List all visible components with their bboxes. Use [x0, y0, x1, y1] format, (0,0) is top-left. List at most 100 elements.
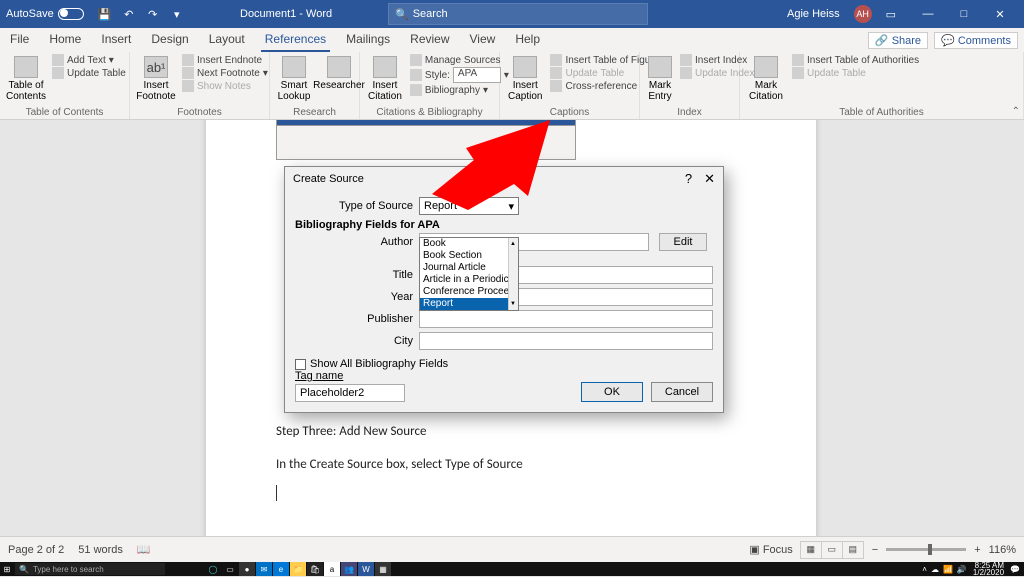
edit-author-button[interactable]: Edit [659, 233, 707, 251]
tab-help[interactable]: Help [505, 28, 550, 52]
show-all-fields-check[interactable] [295, 359, 306, 370]
insert-citation-button[interactable]: Insert Citation [364, 54, 406, 104]
edge-icon[interactable]: e [273, 562, 289, 576]
explorer-icon[interactable]: 📁 [290, 562, 306, 576]
search-placeholder: Search [413, 8, 448, 20]
insert-toa-button[interactable]: Insert Table of Authorities [792, 54, 919, 66]
task-view-icon[interactable]: ▭ [222, 562, 238, 576]
dropdown-scrollbar[interactable] [508, 238, 518, 310]
search-box[interactable]: 🔍 Search [388, 3, 648, 25]
tab-file[interactable]: File [0, 28, 39, 52]
chrome-icon[interactable]: ● [239, 562, 255, 576]
mark-entry-button[interactable]: Mark Entry [644, 54, 676, 104]
amazon-icon[interactable]: a [324, 562, 340, 576]
tab-review[interactable]: Review [400, 28, 459, 52]
outlook-icon[interactable]: ✉ [256, 562, 272, 576]
print-layout-icon[interactable]: ▭ [821, 541, 843, 559]
word-icon[interactable]: W [358, 562, 374, 576]
group-label-citations: Citations & Bibliography [364, 106, 495, 118]
undo-icon[interactable]: ↶ [122, 7, 136, 21]
collapse-ribbon-icon[interactable]: ⌃ [1012, 106, 1020, 117]
dialog-help-icon[interactable]: ? [685, 171, 692, 187]
researcher-button[interactable]: Researcher [318, 54, 360, 93]
show-notes-button[interactable]: Show Notes [182, 80, 268, 92]
taskbar-search[interactable]: 🔍 Type here to search [15, 563, 165, 575]
cancel-button[interactable]: Cancel [651, 382, 713, 402]
update-table-button[interactable]: Update Table [52, 67, 126, 79]
smart-lookup-button[interactable]: Smart Lookup [274, 54, 314, 104]
web-layout-icon[interactable]: ▤ [842, 541, 864, 559]
zoom-in-icon[interactable]: + [974, 544, 980, 556]
insert-endnote-button[interactable]: Insert Endnote [182, 54, 268, 66]
cortana-icon[interactable]: ◯ [205, 562, 221, 576]
qat-dropdown-icon[interactable]: ▾ [170, 7, 184, 21]
close-button[interactable]: ✕ [982, 0, 1018, 28]
word-count[interactable]: 51 words [78, 544, 123, 556]
mark-citation-button[interactable]: Mark Citation [744, 54, 788, 104]
option-journal-article[interactable]: Journal Article [420, 262, 518, 274]
update-toa-button[interactable]: Update Table [792, 67, 919, 79]
store-icon[interactable]: 🛍 [307, 562, 323, 576]
start-button[interactable]: ⊞ [0, 562, 14, 576]
bibliography-button[interactable]: Bibliography▾ [410, 84, 509, 96]
group-label-index: Index [644, 106, 735, 118]
clock-date[interactable]: 1/2/2020 [973, 569, 1004, 576]
unknown-icon[interactable]: ▦ [375, 562, 391, 576]
page-count[interactable]: Page 2 of 2 [8, 544, 64, 556]
wifi-icon[interactable]: 📶 [943, 565, 953, 574]
zoom-value[interactable]: 116% [989, 544, 1016, 556]
option-book[interactable]: Book [420, 238, 518, 250]
type-of-source-dropdown[interactable]: Book Book Section Journal Article Articl… [419, 237, 519, 311]
account-avatar[interactable]: AH [854, 5, 872, 23]
zoom-out-icon[interactable]: − [872, 544, 878, 556]
tray-chevron-icon[interactable]: ˄ [922, 565, 927, 574]
option-article-periodical[interactable]: Article in a Periodical [420, 274, 518, 286]
publisher-input[interactable] [419, 310, 713, 328]
doc-line-1: Step Three: Add New Source [276, 420, 816, 443]
group-label-toa: Table of Authorities [744, 106, 1019, 118]
tab-mailings[interactable]: Mailings [336, 28, 400, 52]
search-icon: 🔍 [19, 565, 29, 574]
comments-button[interactable]: 💬 Comments [934, 32, 1018, 49]
ok-button[interactable]: OK [581, 382, 643, 402]
focus-mode[interactable]: ▣ Focus [749, 543, 792, 556]
tag-name-input[interactable]: Placeholder2 [295, 384, 405, 402]
tab-home[interactable]: Home [39, 28, 91, 52]
type-of-source-value: Report [424, 200, 457, 212]
teams-icon[interactable]: 👥 [341, 562, 357, 576]
volume-icon[interactable]: 🔊 [957, 565, 967, 574]
tab-layout[interactable]: Layout [199, 28, 255, 52]
dialog-title-text: Create Source [293, 173, 364, 185]
zoom-slider[interactable] [886, 548, 966, 551]
minimize-button[interactable]: — [910, 0, 946, 28]
tab-view[interactable]: View [460, 28, 506, 52]
table-of-contents-button[interactable]: Table of Contents [4, 54, 48, 104]
maximize-button[interactable]: □ [946, 0, 982, 28]
autosave-toggle[interactable]: AutoSave [6, 8, 84, 20]
type-of-source-select[interactable]: Report ▾ [419, 197, 519, 215]
option-report[interactable]: Report [420, 298, 518, 310]
style-select[interactable]: Style:APA▾ [410, 67, 509, 83]
notifications-icon[interactable]: 💬 [1010, 565, 1020, 574]
next-footnote-button[interactable]: Next Footnote▾ [182, 67, 268, 79]
type-of-source-label: Type of Source [295, 200, 413, 212]
share-button[interactable]: 🔗 Share [868, 32, 928, 49]
tab-insert[interactable]: Insert [91, 28, 141, 52]
city-input[interactable] [419, 332, 713, 350]
tab-references[interactable]: References [255, 28, 336, 52]
redo-icon[interactable]: ↷ [146, 7, 160, 21]
dialog-close-icon[interactable]: ✕ [704, 171, 715, 187]
option-conference-proceedings[interactable]: Conference Proceedings [420, 286, 518, 298]
save-icon[interactable]: 💾 [98, 7, 112, 21]
tab-design[interactable]: Design [141, 28, 198, 52]
account-name[interactable]: Agie Heiss [787, 8, 840, 20]
add-text-button[interactable]: Add Text▾ [52, 54, 126, 66]
option-book-section[interactable]: Book Section [420, 250, 518, 262]
insert-caption-button[interactable]: Insert Caption [504, 54, 546, 104]
spell-check-icon[interactable]: 📖 [137, 543, 151, 556]
read-mode-icon[interactable]: ▦ [800, 541, 822, 559]
onedrive-icon[interactable]: ☁ [931, 565, 939, 574]
manage-sources-button[interactable]: Manage Sources [410, 54, 509, 66]
insert-footnote-button[interactable]: ab¹Insert Footnote [134, 54, 178, 104]
ribbon-display-icon[interactable]: ▭ [886, 8, 896, 21]
